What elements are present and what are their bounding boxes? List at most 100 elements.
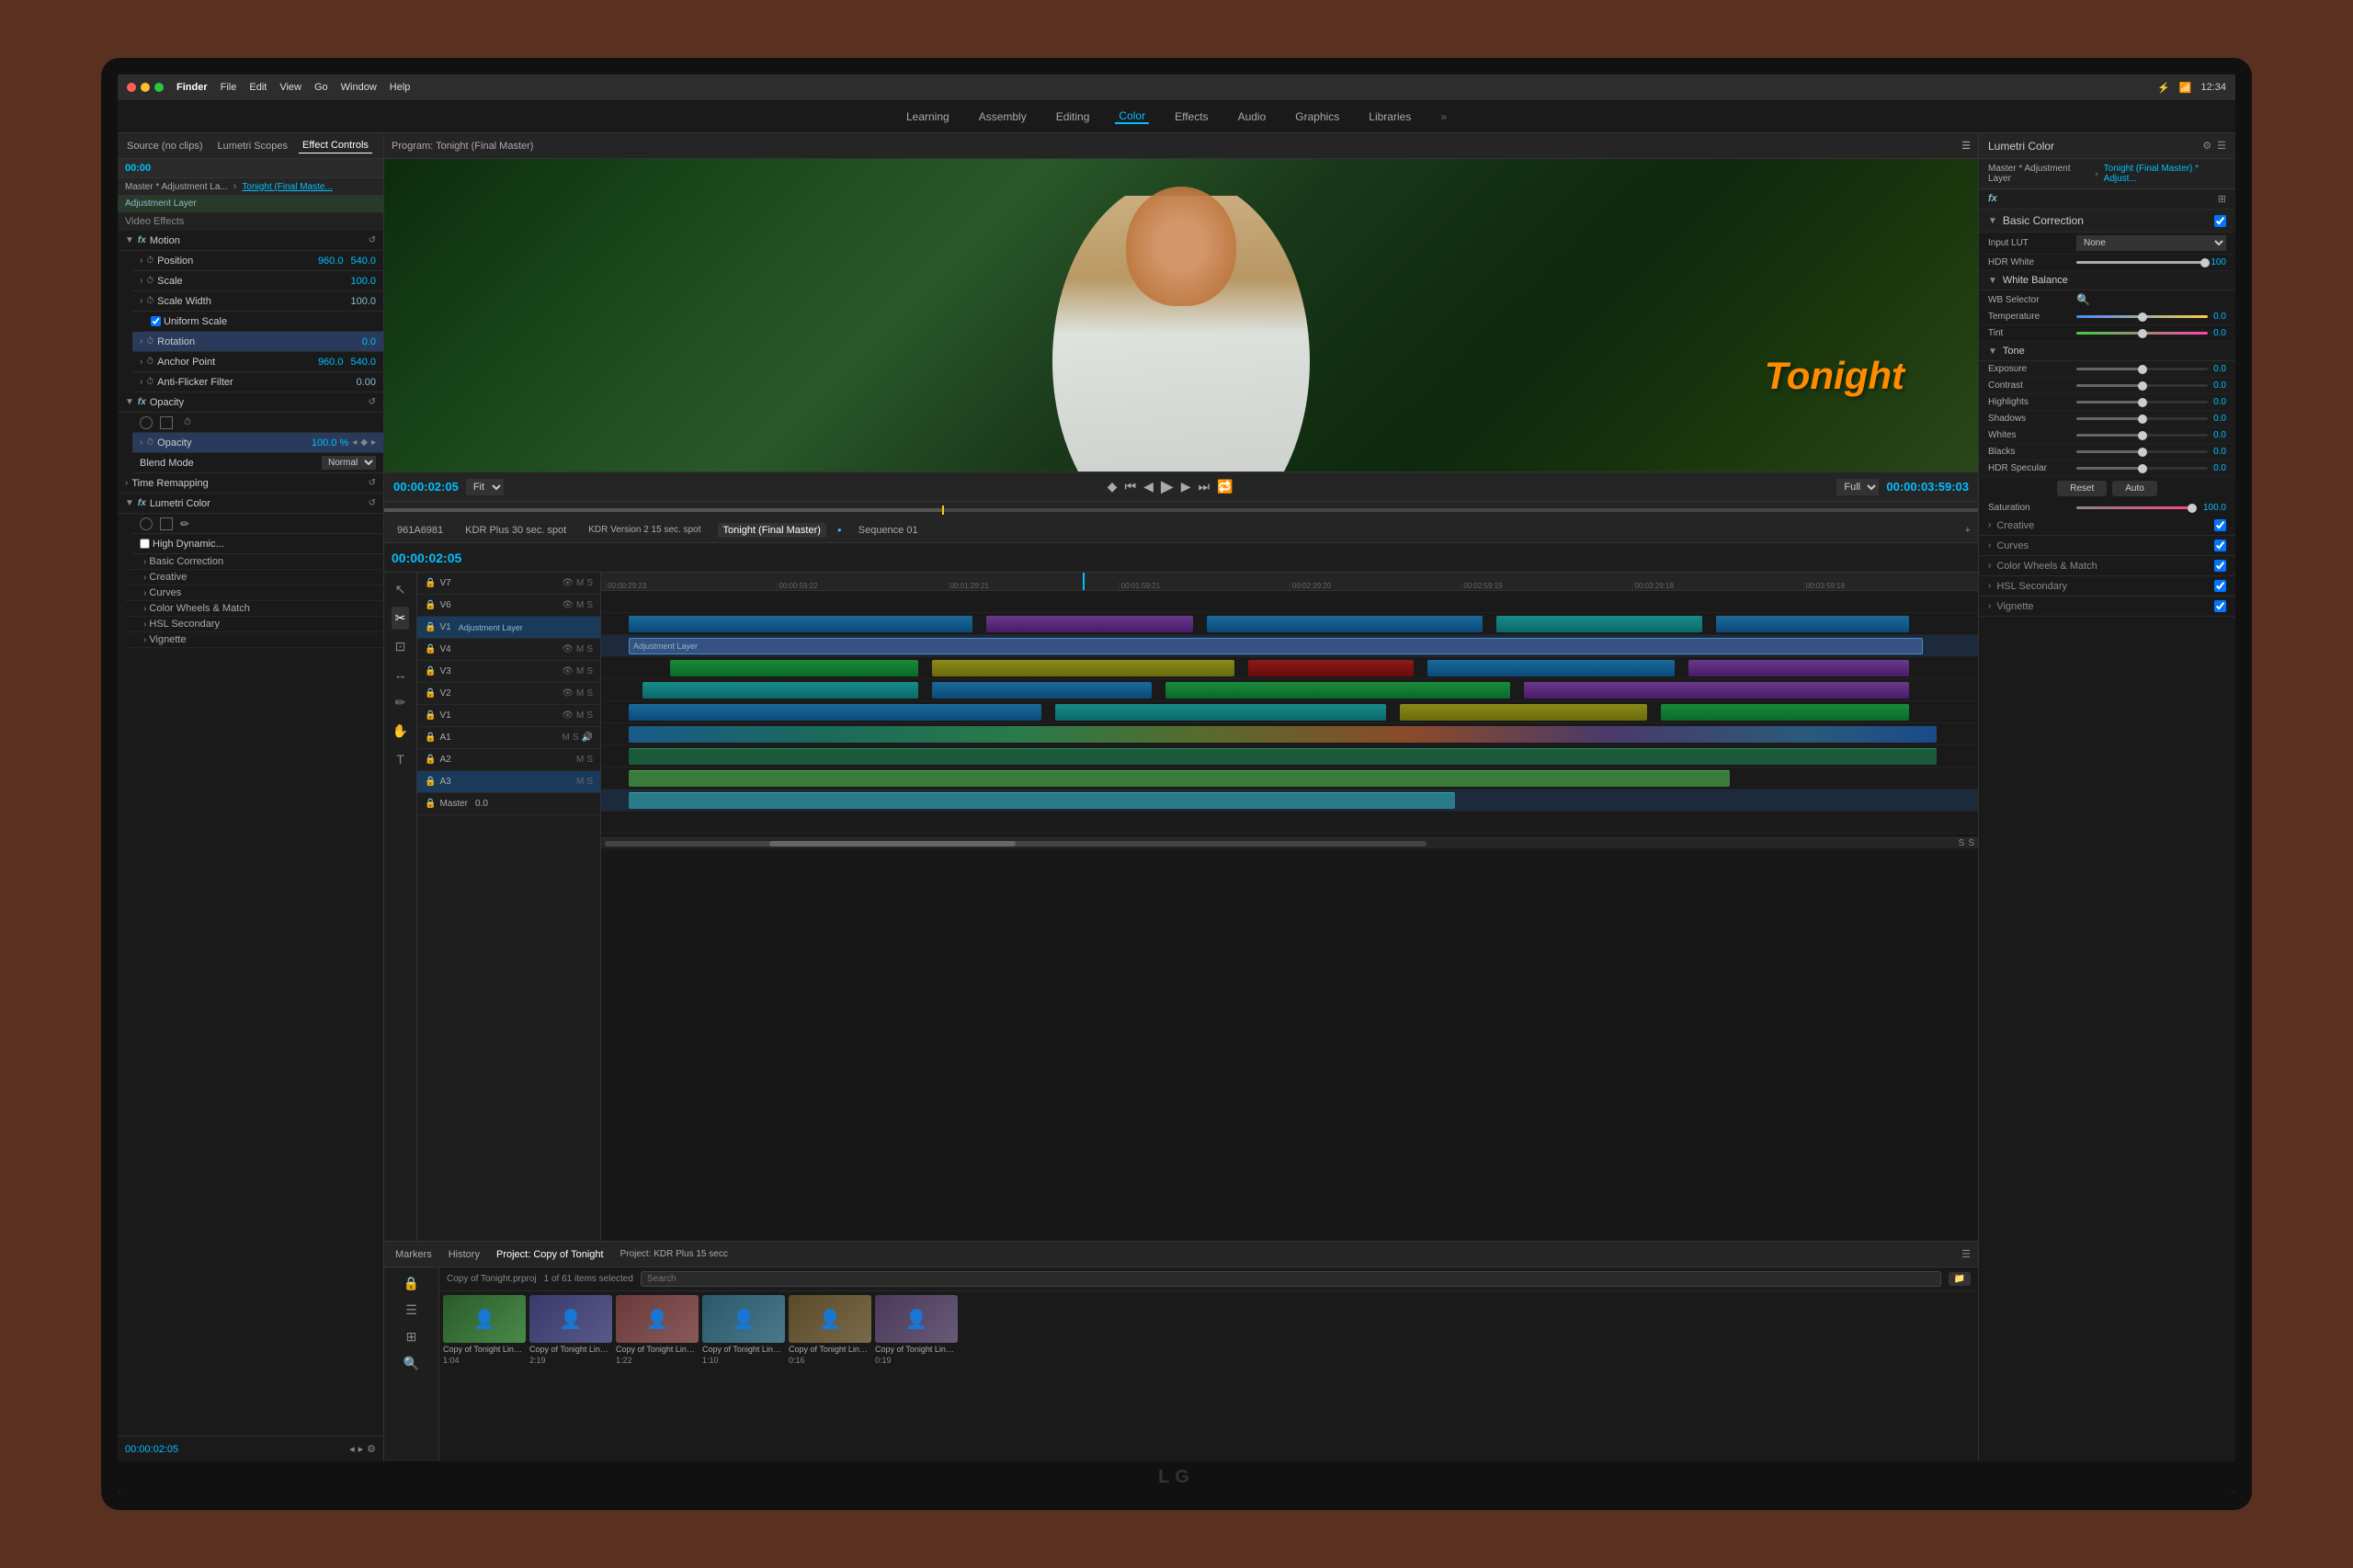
nav-more[interactable]: »	[1437, 110, 1450, 123]
tab-project[interactable]: Project: Copy of Tonight	[493, 1247, 608, 1262]
reset-btn[interactable]: Reset	[2057, 481, 2107, 496]
v4-mute[interactable]: M	[576, 644, 584, 654]
temp-slider[interactable]	[2076, 315, 2208, 318]
whites-thumb[interactable]	[2138, 431, 2147, 440]
track-row-v4[interactable]	[601, 657, 1978, 679]
rot-chevron[interactable]: ›	[140, 336, 142, 347]
motion-chevron[interactable]: ▼	[125, 235, 134, 245]
v2-mute[interactable]: M	[576, 688, 584, 699]
step-back-btn[interactable]: ⏮	[1124, 479, 1136, 494]
sub-vignette[interactable]: › Vignette	[125, 632, 383, 648]
v2-eye[interactable]: 👁	[562, 688, 574, 699]
auto-btn[interactable]: Auto	[2112, 481, 2157, 496]
close-dot[interactable]	[127, 83, 136, 92]
eyedropper-icon[interactable]: 🔍	[2076, 293, 2090, 306]
anchor-y[interactable]: 540.0	[350, 357, 376, 368]
tl-timecode[interactable]: 00:00:02:05	[392, 551, 461, 565]
lc-chevron[interactable]: ▼	[125, 498, 134, 508]
af-chevron[interactable]: ›	[140, 377, 142, 387]
highlights-thumb[interactable]	[2138, 398, 2147, 407]
clip-a2[interactable]	[629, 770, 1730, 787]
circle-mask-icon[interactable]	[140, 416, 153, 429]
clip-v4-5[interactable]	[1688, 660, 1909, 676]
v3-solo[interactable]: S	[586, 666, 593, 676]
tint-slider[interactable]	[2076, 332, 2208, 335]
menu-window[interactable]: Window	[341, 82, 377, 93]
high-dynamic-checkbox[interactable]	[140, 539, 150, 549]
hsl-enabled[interactable]	[2214, 580, 2226, 592]
a3-mute[interactable]: M	[576, 777, 584, 787]
time-remapping-row[interactable]: › Time Remapping ↺	[118, 473, 383, 494]
playbar[interactable]	[384, 501, 1978, 517]
track-row-a3[interactable]	[601, 790, 1978, 812]
clip-v2-1[interactable]	[629, 704, 1041, 721]
nav-assembly[interactable]: Assembly	[975, 110, 1030, 123]
timecode-out[interactable]: 00:00:03:59:03	[1886, 480, 1969, 494]
clip-v6-1[interactable]	[629, 616, 973, 632]
anchor-x[interactable]: 960.0	[318, 357, 344, 368]
tl-tab-1[interactable]: KDR Plus 30 sec. spot	[460, 523, 572, 538]
project-thumb-1[interactable]: 👤 Copy of Tonight Linked... 2:19	[529, 1295, 612, 1365]
hdr-white-thumb[interactable]	[2200, 258, 2210, 267]
v3-mute[interactable]: M	[576, 666, 584, 676]
cw-enabled[interactable]	[2214, 560, 2226, 572]
next-frame-btn[interactable]: ▶	[1181, 479, 1191, 494]
prev-frame-btn[interactable]: ◀	[1143, 479, 1154, 494]
tr-reset[interactable]: ↺	[369, 478, 376, 488]
uniform-scale-label[interactable]: Uniform Scale	[151, 316, 227, 327]
track-row-a2[interactable]	[601, 767, 1978, 790]
menu-go[interactable]: Go	[314, 82, 328, 93]
v6-solo[interactable]: S	[586, 600, 593, 610]
project-search[interactable]	[641, 1271, 1941, 1287]
v7-eye[interactable]: 👁	[562, 578, 574, 588]
timecode-in[interactable]: 00:00:02:05	[393, 480, 459, 494]
nav-learning[interactable]: Learning	[903, 110, 953, 123]
project-thumb-2[interactable]: 👤 Copy of Tonight Linked... 1:22	[616, 1295, 699, 1365]
tl-more[interactable]: +	[1965, 525, 1971, 536]
tl-tab-2[interactable]: KDR Version 2 15 sec. spot	[583, 523, 706, 537]
opacity-chevron[interactable]: ▼	[125, 397, 134, 407]
rotation-value[interactable]: 0.0	[362, 336, 376, 347]
nav-editing[interactable]: Editing	[1052, 110, 1094, 123]
uniform-scale-checkbox[interactable]	[151, 316, 161, 326]
lc-circle-icon[interactable]	[140, 517, 153, 530]
blend-mode-select[interactable]: Normal	[322, 456, 376, 470]
scale-value[interactable]: 100.0	[350, 276, 376, 287]
v7-mute[interactable]: M	[576, 578, 584, 588]
exposure-slider[interactable]	[2076, 368, 2208, 370]
nav-libraries[interactable]: Libraries	[1365, 110, 1415, 123]
hdr-spec-slider[interactable]	[2076, 467, 2208, 470]
clip-v3-4[interactable]	[1524, 682, 1909, 699]
track-row-v2[interactable]	[601, 701, 1978, 723]
lc-square-icon[interactable]	[160, 517, 173, 530]
tone-header[interactable]: ▼ Tone	[1979, 342, 2235, 361]
panel-nav-next[interactable]: ▸	[358, 1443, 364, 1455]
clip-v2-2[interactable]	[1055, 704, 1386, 721]
sat-thumb[interactable]	[2188, 504, 2197, 513]
sub-basic-correction[interactable]: › Basic Correction	[125, 554, 383, 570]
exposure-thumb[interactable]	[2138, 365, 2147, 374]
razor-tool[interactable]: ✂	[392, 607, 410, 630]
clip-v6-2[interactable]	[986, 616, 1193, 632]
menu-file[interactable]: File	[221, 82, 237, 93]
v6-mute[interactable]: M	[576, 600, 584, 610]
input-lut-select[interactable]: None	[2076, 235, 2226, 251]
a1-volume[interactable]: 🔊	[582, 733, 593, 743]
clip-v2-4[interactable]	[1661, 704, 1909, 721]
creative-enabled[interactable]	[2214, 519, 2226, 531]
v2-solo[interactable]: S	[586, 688, 593, 699]
v3-eye[interactable]: 👁	[562, 666, 574, 676]
tab-audio-mixer[interactable]: Audio Clip Mixer: To	[380, 139, 383, 153]
clip-adjustment[interactable]: Adjustment Layer	[629, 638, 1923, 654]
vignette-section[interactable]: › Vignette	[1979, 597, 2235, 617]
v1-solo[interactable]: S	[586, 710, 593, 721]
project-menu[interactable]: ☰	[1961, 1248, 1971, 1260]
rp-menu-icon[interactable]: ☰	[2217, 140, 2226, 152]
add-keyframe[interactable]: ◆	[360, 437, 368, 448]
clip-v6-5[interactable]	[1716, 616, 1909, 632]
slip-tool[interactable]: ↔	[391, 664, 411, 686]
rp-settings-icon[interactable]: ⚙	[2202, 140, 2211, 152]
whites-slider[interactable]	[2076, 434, 2208, 437]
sw-value[interactable]: 100.0	[350, 296, 376, 307]
tint-thumb[interactable]	[2138, 329, 2147, 338]
